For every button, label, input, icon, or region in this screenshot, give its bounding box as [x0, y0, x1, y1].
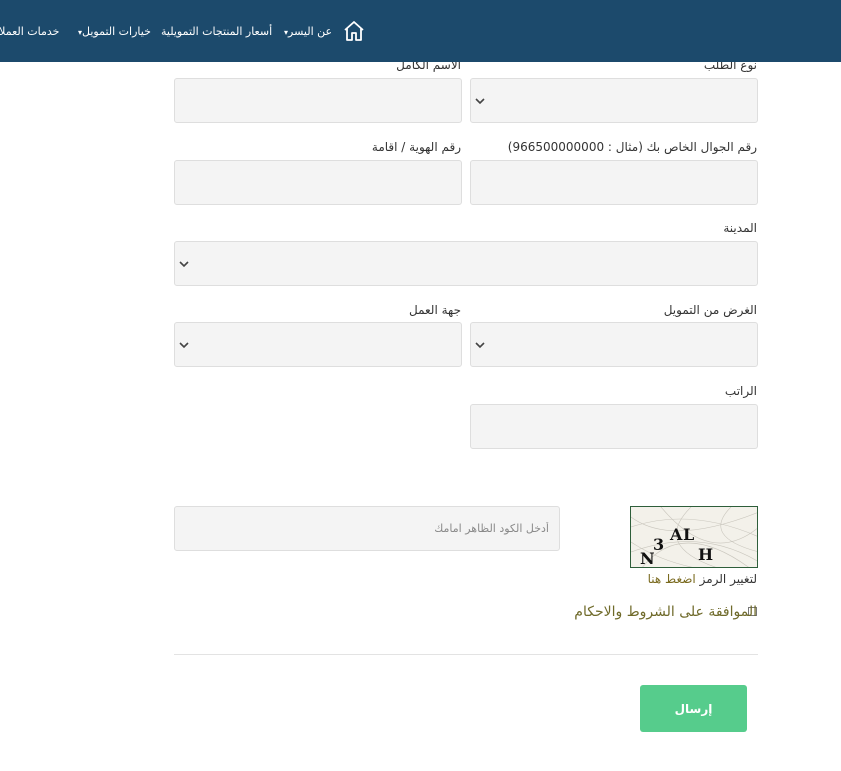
- captcha-image: N 3 A L H: [630, 506, 758, 568]
- id-number-input[interactable]: [174, 160, 462, 205]
- home-icon[interactable]: [342, 19, 366, 43]
- full-name-input[interactable]: [174, 78, 462, 123]
- captcha-refresh-text: لتغيير الرمز: [699, 572, 757, 586]
- captcha-char: L: [683, 525, 695, 544]
- nav-financing-options[interactable]: خيارات التمويل▾: [78, 25, 151, 38]
- chevron-down-icon: [179, 261, 189, 268]
- terms-label: الموافقة على الشروط والاحكام: [574, 604, 757, 620]
- divider: [174, 654, 758, 655]
- captcha-char: A: [670, 525, 683, 544]
- city-label: المدينة: [723, 221, 757, 235]
- chevron-down-icon: [475, 98, 485, 105]
- mobile-input[interactable]: [470, 160, 758, 205]
- chevron-down-icon: [179, 342, 189, 349]
- captcha-input[interactable]: [174, 506, 560, 551]
- captcha-char: 3: [653, 535, 665, 554]
- salary-input[interactable]: [470, 404, 758, 449]
- captcha-char: H: [698, 545, 714, 564]
- mobile-label: رقم الجوال الخاص بك (مثال : 966500000000…: [507, 140, 757, 154]
- id-number-label: رقم الهوية / اقامة: [371, 140, 461, 154]
- submit-button[interactable]: إرسال: [640, 685, 747, 732]
- top-navbar: خدمات العملاء خيارات التمويل▾ أسعار المن…: [0, 0, 841, 62]
- employer-label: جهة العمل: [408, 303, 461, 317]
- captcha-refresh: لتغيير الرمز اضغط هنا: [648, 572, 757, 586]
- nav-customer-services[interactable]: خدمات العملاء: [0, 25, 59, 38]
- nav-about[interactable]: عن اليسر▾: [284, 25, 332, 38]
- salary-label: الراتب: [724, 384, 757, 398]
- request-type-select[interactable]: [470, 78, 758, 123]
- nav-product-prices[interactable]: أسعار المنتجات التمويلية: [161, 25, 272, 38]
- purpose-select[interactable]: [470, 322, 758, 367]
- employer-select[interactable]: [174, 322, 462, 367]
- city-select[interactable]: [174, 241, 758, 286]
- purpose-label: الغرض من التمويل: [663, 303, 757, 317]
- chevron-down-icon: [475, 342, 485, 349]
- captcha-refresh-link[interactable]: اضغط هنا: [648, 572, 696, 586]
